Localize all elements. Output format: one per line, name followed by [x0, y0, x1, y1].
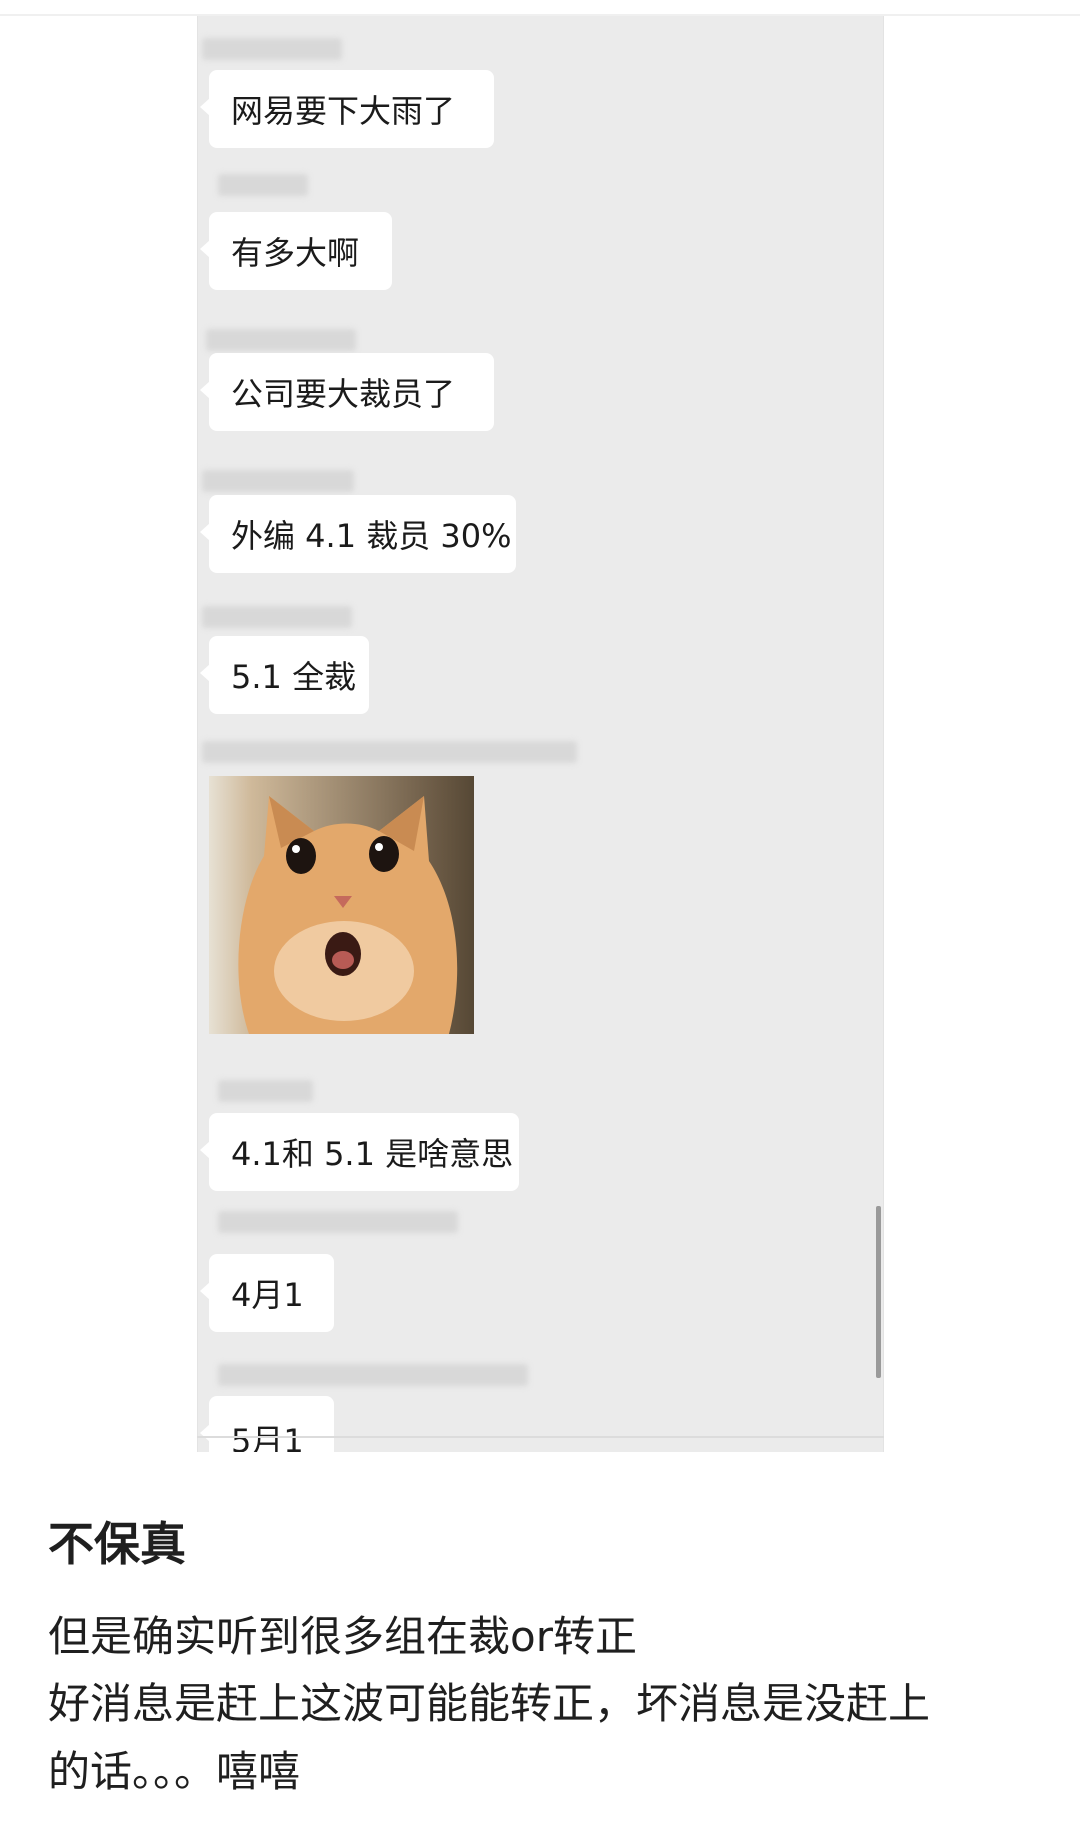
sender-name-blurred [218, 174, 308, 196]
sender-name-blurred [202, 470, 354, 492]
chat-message: 5月1 [200, 1396, 334, 1452]
sender-name-blurred [206, 329, 356, 351]
chat-message: 有多大啊 [200, 212, 392, 290]
post-title: 不保真 [48, 1517, 186, 1571]
chat-message-text: 网易要下大雨了 [231, 92, 456, 130]
chat-message: 5.1 全裁 [200, 636, 369, 714]
chat-message-text: 外编 4.1 裁员 30% [231, 517, 512, 555]
sender-name-blurred [218, 1364, 528, 1386]
post-body-line: 好消息是赶上这波可能能转正，坏消息是没赶上 [48, 1679, 931, 1728]
chat-message: 4.1和 5.1 是啥意思 [200, 1113, 519, 1191]
sender-name-blurred [202, 38, 342, 60]
chat-message-text: 5.1 全裁 [231, 658, 357, 696]
chat-screenshot: 网易要下大雨了 有多大啊 公司要大裁员了 外编 4.1 裁员 30% 5.1 全… [197, 16, 884, 1452]
chat-message: 外编 4.1 裁员 30% [200, 495, 516, 573]
sender-name-blurred [202, 606, 352, 628]
scrollbar[interactable] [876, 1206, 881, 1378]
sender-name-blurred [218, 1080, 313, 1102]
chat-message-text: 4月1 [231, 1276, 304, 1314]
cat-surprised-sticker [209, 776, 474, 1034]
chat-message-text: 5月1 [231, 1422, 304, 1452]
chat-message-text: 有多大啊 [231, 234, 360, 272]
post-body-line: 但是确实听到很多组在裁or转正 [48, 1612, 637, 1661]
chat-message: 公司要大裁员了 [200, 353, 494, 431]
chat-message-text: 4.1和 5.1 是啥意思 [231, 1135, 514, 1173]
sender-name-blurred [218, 1211, 458, 1233]
chat-bottom-divider [197, 1436, 884, 1438]
sender-name-blurred [202, 741, 577, 763]
chat-message: 网易要下大雨了 [200, 70, 494, 148]
post-body-line: 的话。。。嘻嘻 [48, 1747, 301, 1796]
chat-message: 4月1 [200, 1254, 334, 1332]
cat-face-icon [238, 796, 458, 1034]
chat-message-text: 公司要大裁员了 [231, 375, 456, 413]
